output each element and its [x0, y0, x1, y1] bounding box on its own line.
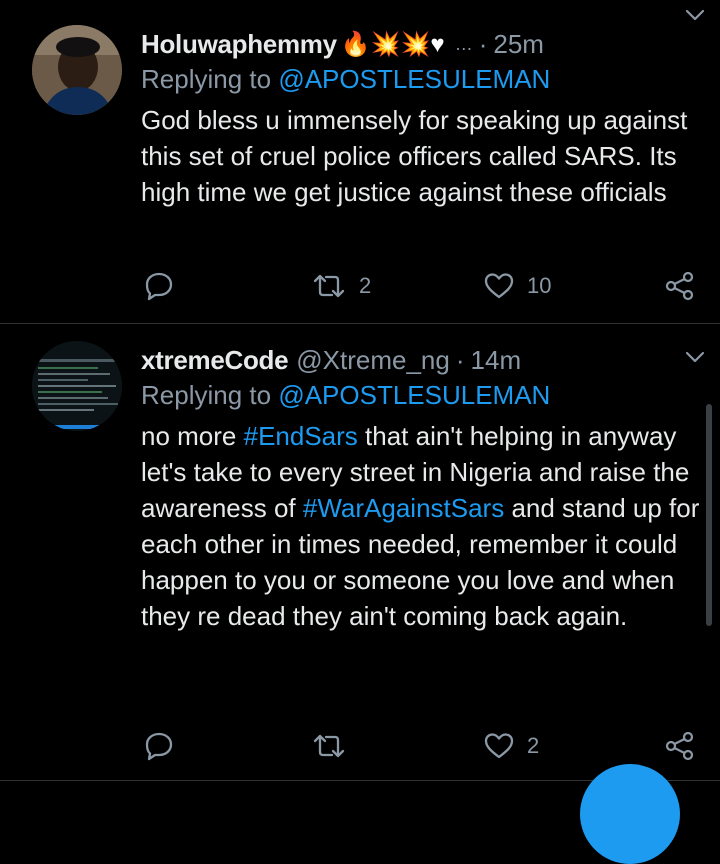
timestamp[interactable]: 14m [471, 345, 522, 376]
share-icon [665, 271, 694, 301]
hashtag-link[interactable]: #EndSars [244, 421, 358, 451]
avatar-image [32, 25, 122, 115]
retweet-button[interactable]: 2 [311, 268, 371, 304]
tweet-text: God bless u immensely for speaking up ag… [141, 105, 688, 207]
chevron-down-icon[interactable] [684, 4, 706, 26]
like-count: 10 [527, 273, 552, 298]
separator-dot: · [455, 344, 465, 375]
tweet[interactable]: Holuwaphemmy 🔥💥💥♥ … · 25m Replying to @A… [0, 0, 720, 324]
reply-button[interactable] [143, 728, 175, 764]
mention-link[interactable]: @APOSTLESULEMAN [278, 64, 550, 94]
replying-prefix: Replying to [141, 380, 279, 410]
retweet-icon [313, 274, 345, 298]
share-button[interactable] [664, 728, 696, 764]
name-emojis: 🔥💥💥♥ [340, 30, 445, 58]
author-handle[interactable]: @Xtreme_ng [296, 345, 450, 376]
avatar[interactable] [32, 25, 122, 115]
like-button[interactable]: 2 [483, 728, 539, 764]
replying-to: Replying to @APOSTLESULEMAN [141, 64, 700, 98]
truncation-ellipsis: … [454, 33, 473, 54]
reply-icon [145, 272, 173, 301]
action-bar: 2 [141, 728, 696, 764]
share-button[interactable] [664, 268, 696, 304]
text-segment: no more [141, 421, 244, 451]
chevron-down-icon[interactable] [684, 346, 706, 368]
hashtag-link[interactable]: #WarAgainstSars [303, 493, 504, 523]
author-name[interactable]: xtremeCode [141, 345, 289, 376]
author-name[interactable]: Holuwaphemmy [141, 29, 337, 60]
like-button[interactable]: 10 [483, 268, 551, 304]
separator-dot: · [478, 28, 488, 59]
scrollbar[interactable] [706, 404, 712, 626]
replying-to: Replying to @APOSTLESULEMAN [141, 380, 700, 414]
action-bar: 2 10 [141, 268, 696, 304]
retweet-icon [313, 734, 345, 758]
replying-prefix: Replying to [141, 64, 279, 94]
share-icon [665, 731, 694, 761]
avatar-image [32, 341, 122, 431]
retweet-count: 2 [359, 273, 372, 298]
like-icon [484, 733, 514, 759]
mention-link[interactable]: @APOSTLESULEMAN [278, 380, 550, 410]
tweet[interactable]: xtremeCode @Xtreme_ng · 14m Replying to … [0, 324, 720, 781]
retweet-button[interactable] [311, 728, 359, 764]
compose-tweet-button[interactable] [580, 764, 680, 864]
like-icon [484, 273, 514, 299]
tweet-text: no more #EndSars that ain't helping in a… [141, 418, 700, 634]
avatar[interactable] [32, 341, 122, 431]
timestamp[interactable]: 25m [493, 29, 544, 60]
reply-icon [145, 732, 173, 761]
reply-button[interactable] [143, 268, 175, 304]
like-count: 2 [527, 733, 540, 758]
